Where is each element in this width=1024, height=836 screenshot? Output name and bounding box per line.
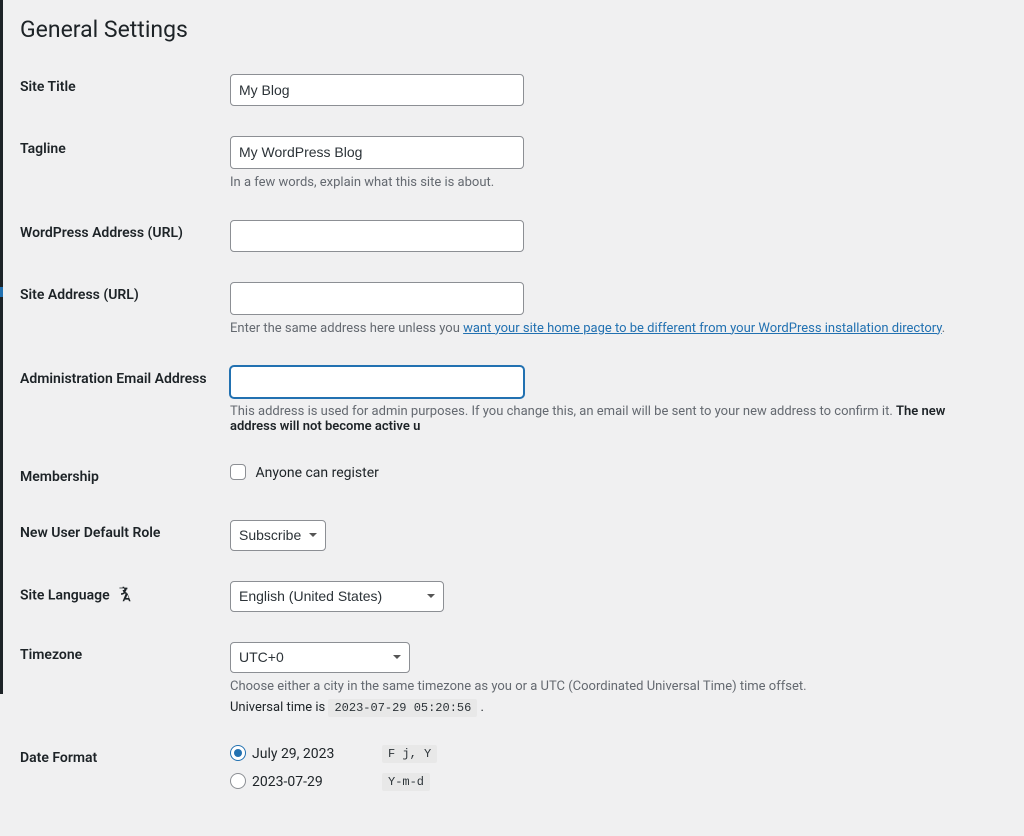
wp-url-input[interactable] bbox=[230, 220, 524, 252]
row-default-role: New User Default Role Subscriber bbox=[20, 505, 1004, 566]
date-format-radio-0[interactable] bbox=[230, 745, 246, 761]
site-url-desc-post: . bbox=[942, 321, 945, 336]
date-format-label-1: 2023-07-29 bbox=[252, 774, 382, 790]
admin-email-desc-pre: This address is used for admin purposes.… bbox=[230, 404, 896, 419]
label-wp-url: WordPress Address (URL) bbox=[20, 205, 220, 267]
date-format-code-0: F j, Y bbox=[382, 745, 437, 763]
membership-checkbox[interactable] bbox=[230, 464, 246, 480]
default-role-select[interactable]: Subscriber bbox=[230, 520, 326, 551]
utc-post: . bbox=[477, 700, 484, 715]
label-membership: Membership bbox=[20, 449, 220, 505]
row-date-format: Date Format July 29, 2023 F j, Y 2023-07… bbox=[20, 730, 1004, 816]
site-url-input[interactable] bbox=[230, 282, 524, 314]
row-membership: Membership Anyone can register bbox=[20, 449, 1004, 505]
timezone-select[interactable]: UTC+0 bbox=[230, 642, 410, 673]
timezone-desc: Choose either a city in the same timezon… bbox=[230, 679, 994, 694]
label-admin-email: Administration Email Address bbox=[20, 351, 220, 449]
label-site-url: Site Address (URL) bbox=[20, 267, 220, 350]
label-site-title: Site Title bbox=[20, 59, 220, 121]
membership-checkbox-label: Anyone can register bbox=[255, 465, 378, 481]
label-date-format: Date Format bbox=[20, 730, 220, 816]
row-site-language: Site Language English (United States) bbox=[20, 566, 1004, 627]
date-format-code-1: Y-m-d bbox=[382, 773, 430, 791]
date-format-option-0[interactable]: July 29, 2023 F j, Y bbox=[230, 745, 994, 763]
row-admin-email: Administration Email Address This addres… bbox=[20, 351, 1004, 449]
settings-general-wrap: General Settings Site Title Tagline In a… bbox=[0, 0, 1024, 836]
site-title-input[interactable] bbox=[230, 74, 524, 106]
timezone-utc-line: Universal time is 2023-07-29 05:20:56 . bbox=[230, 700, 994, 715]
date-format-label-0: July 29, 2023 bbox=[252, 746, 382, 762]
tagline-input[interactable] bbox=[230, 136, 524, 168]
date-format-radio-1[interactable] bbox=[230, 773, 246, 789]
label-tagline: Tagline bbox=[20, 121, 220, 204]
site-url-desc-link[interactable]: want your site home page to be different… bbox=[463, 321, 942, 336]
row-timezone: Timezone UTC+0 Choose either a city in t… bbox=[20, 627, 1004, 730]
tagline-desc: In a few words, explain what this site i… bbox=[230, 175, 994, 190]
date-format-option-1[interactable]: 2023-07-29 Y-m-d bbox=[230, 773, 994, 791]
site-language-select[interactable]: English (United States) bbox=[230, 581, 444, 612]
utc-value: 2023-07-29 05:20:56 bbox=[328, 699, 477, 717]
label-default-role: New User Default Role bbox=[20, 505, 220, 566]
site-url-desc: Enter the same address here unless you w… bbox=[230, 321, 994, 336]
membership-checkbox-wrap[interactable]: Anyone can register bbox=[230, 465, 379, 481]
row-site-title: Site Title bbox=[20, 59, 1004, 121]
form-table: Site Title Tagline In a few words, expla… bbox=[20, 59, 1004, 816]
page-title: General Settings bbox=[20, 16, 1004, 43]
translation-icon bbox=[117, 586, 133, 606]
row-site-url: Site Address (URL) Enter the same addres… bbox=[20, 267, 1004, 350]
site-url-desc-pre: Enter the same address here unless you bbox=[230, 321, 463, 336]
admin-email-desc: This address is used for admin purposes.… bbox=[230, 404, 994, 434]
row-wp-url: WordPress Address (URL) bbox=[20, 205, 1004, 267]
row-tagline: Tagline In a few words, explain what thi… bbox=[20, 121, 1004, 204]
utc-pre: Universal time is bbox=[230, 700, 328, 715]
label-site-language: Site Language bbox=[20, 566, 220, 627]
label-site-language-text: Site Language bbox=[20, 588, 110, 604]
label-timezone: Timezone bbox=[20, 627, 220, 730]
admin-email-input[interactable] bbox=[230, 366, 524, 398]
